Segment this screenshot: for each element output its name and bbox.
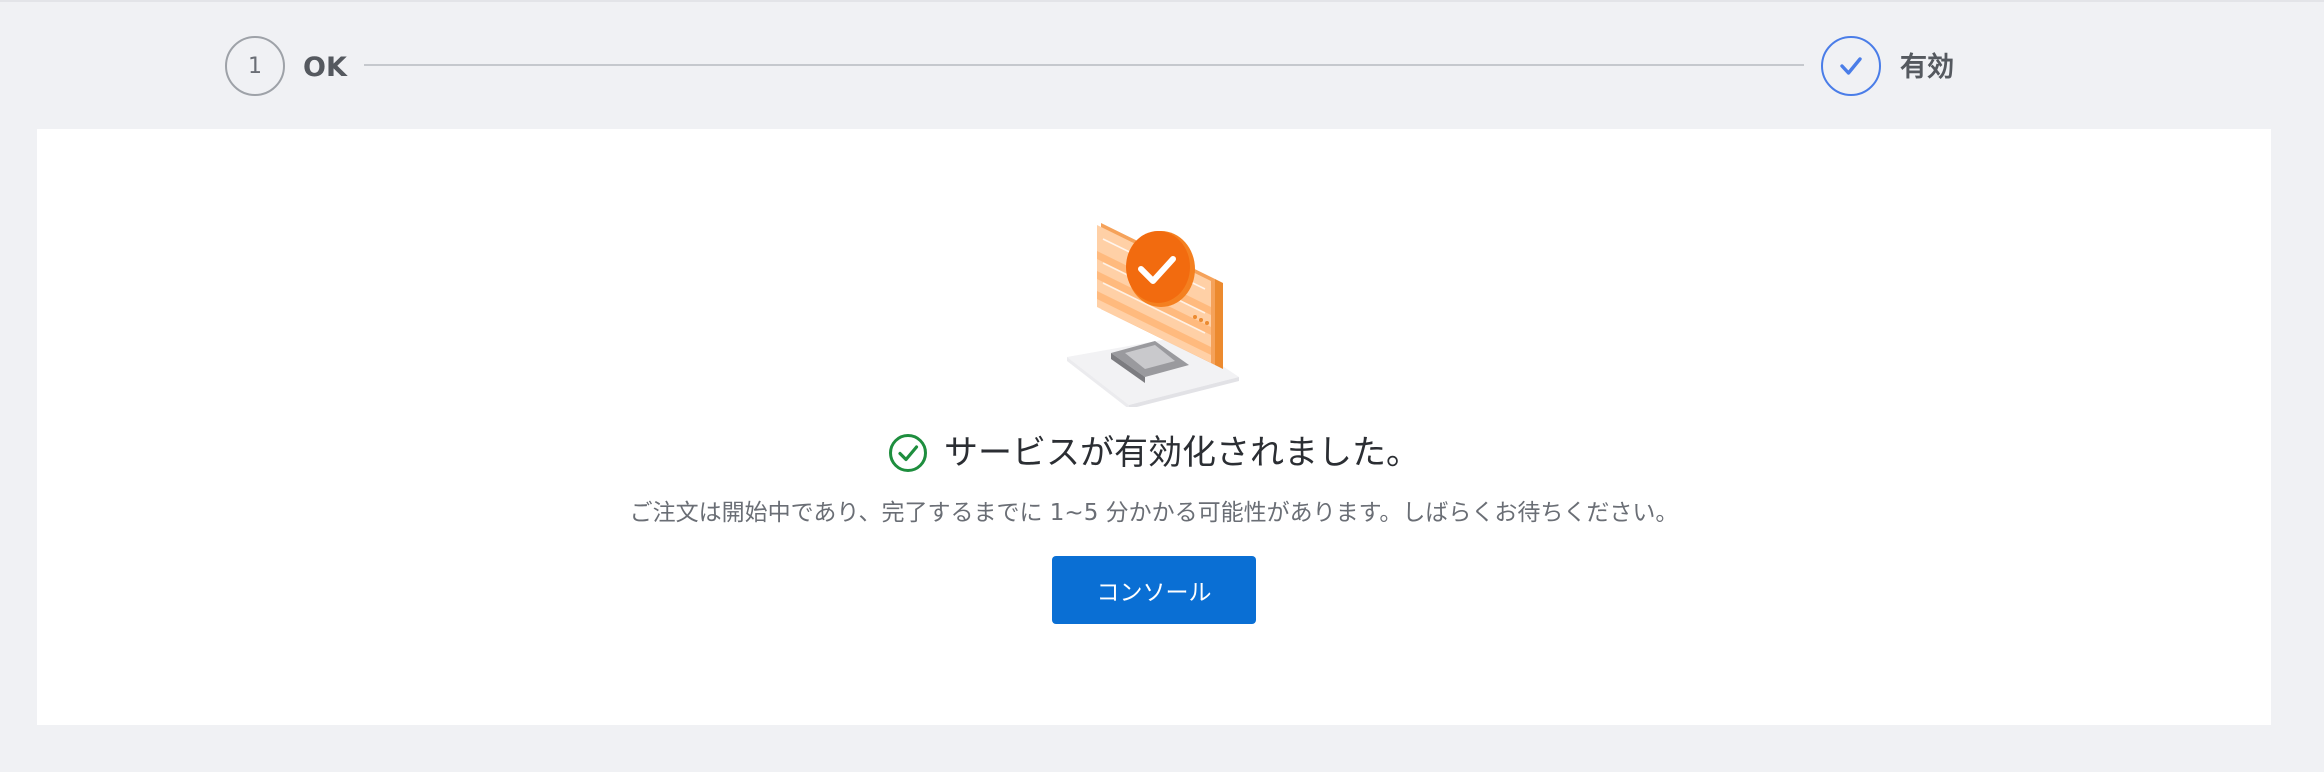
step-1-label: OK [303,52,347,83]
progress-stepper: 1 OK 有効 [0,2,2324,130]
monitor-checkmark-illustration [1067,223,1239,407]
check-circle-icon [889,434,927,472]
step-1-indicator: 1 [225,36,285,96]
console-button[interactable]: コンソール [1052,556,1256,624]
step-2-indicator [1821,36,1881,96]
step-connector-line [364,64,1804,66]
step-1-number: 1 [248,53,262,79]
result-panel: サービスが有効化されました。 ご注文は開始中であり、完了するまでに 1~5 分か… [37,129,2271,725]
status-message: ご注文は開始中であり、完了するまでに 1~5 分かかる可能性があります。しばらく… [629,500,1679,526]
success-headline: サービスが有効化されました。 [37,431,2271,475]
headline-text: サービスが有効化されました。 [944,433,1420,473]
step-2-label: 有効 [1900,52,1954,83]
check-icon [1840,57,1862,75]
